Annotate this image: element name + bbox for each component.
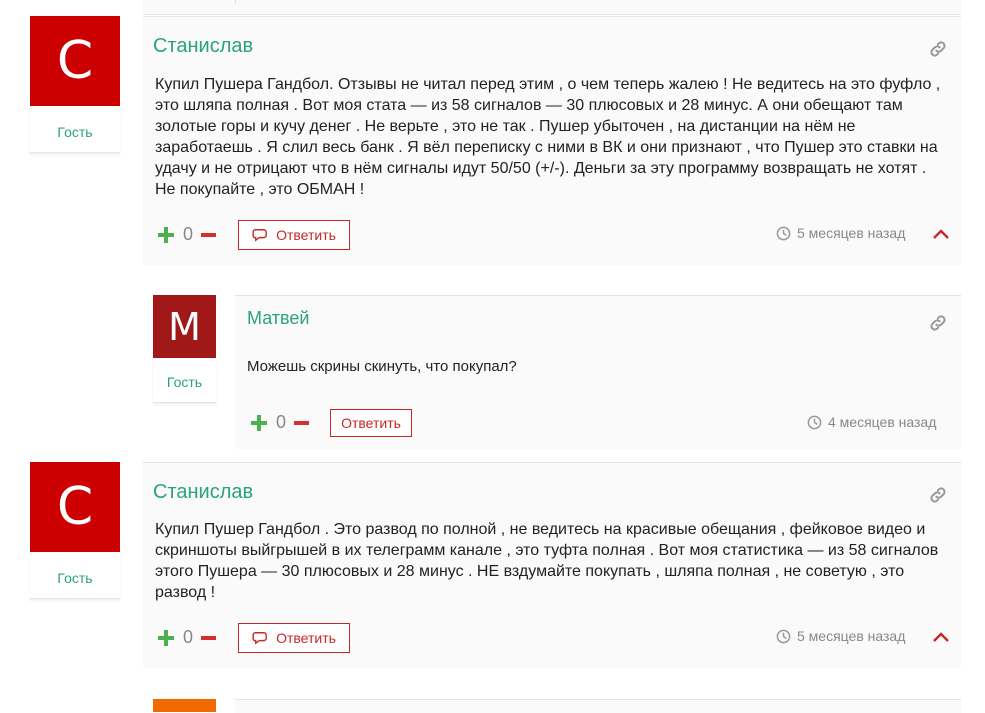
reply-bubble-icon: [252, 229, 268, 242]
clock-icon: [776, 629, 791, 643]
upvote-button[interactable]: [251, 415, 267, 431]
comment-time: 5 месяцев назад: [776, 628, 905, 644]
next-comment-edge: [235, 699, 961, 713]
comment-author[interactable]: Матвей: [247, 308, 309, 329]
time-label: 5 месяцев назад: [797, 628, 906, 644]
comment-author[interactable]: Станислав: [153, 481, 253, 504]
comment-text: Можешь скрины скинуть, что покупал?: [247, 358, 517, 375]
comment-3: Станислав Купил Пушер Гандбол . Это разв…: [143, 462, 961, 668]
downvote-button[interactable]: [201, 233, 216, 237]
previous-comment-edge: [143, 0, 961, 15]
vote-count: 0: [276, 412, 287, 432]
comment-2-avatar-card: М Гость: [153, 295, 216, 403]
reply-label: Ответить: [276, 227, 336, 243]
comment-time: 5 месяцев назад: [776, 225, 905, 241]
link-icon[interactable]: [928, 39, 948, 59]
clock-icon: [776, 226, 791, 240]
author-role: Гость: [30, 552, 120, 599]
author-role: Гость: [30, 106, 120, 153]
comment-text: Купил Пушера Гандбол. Отзывы не читал пе…: [155, 76, 941, 198]
reply-button[interactable]: Ответить: [330, 409, 412, 437]
time-label: 5 месяцев назад: [797, 225, 906, 241]
vote-count: 0: [183, 224, 194, 244]
avatar[interactable]: М: [153, 295, 216, 358]
clock-icon: [807, 415, 822, 429]
vote-count: 0: [183, 627, 194, 647]
comment-text: Купил Пушер Гандбол . Это развод по полн…: [155, 521, 939, 601]
downvote-button[interactable]: [201, 636, 216, 640]
link-icon[interactable]: [928, 485, 948, 505]
comment-1: Станислав Купил Пушера Гандбол. Отзывы н…: [143, 16, 961, 265]
reply-button[interactable]: Ответить: [238, 623, 350, 653]
collapse-chevron-icon[interactable]: [933, 229, 949, 239]
avatar[interactable]: С: [30, 16, 120, 106]
author-role: Гость: [153, 358, 216, 403]
downvote-button[interactable]: [294, 421, 309, 425]
reply-bubble-icon: [252, 632, 268, 645]
comment-3-avatar-card: С Гость: [30, 462, 120, 599]
reply-label: Ответить: [276, 630, 336, 646]
time-label: 4 месяцев назад: [828, 414, 937, 430]
reply-button[interactable]: Ответить: [238, 220, 350, 250]
avatar[interactable]: С: [30, 462, 120, 552]
link-icon[interactable]: [928, 313, 948, 333]
next-comment-avatar[interactable]: [153, 699, 216, 712]
previous-comment-divider: [235, 0, 236, 4]
comment-time: 4 месяцев назад: [807, 414, 936, 430]
collapse-chevron-icon[interactable]: [933, 632, 949, 642]
upvote-button[interactable]: [158, 630, 174, 646]
comment-2: Матвей Можешь скрины скинуть, что покупа…: [235, 295, 961, 449]
upvote-button[interactable]: [158, 227, 174, 243]
comment-author[interactable]: Станислав: [153, 35, 253, 58]
reply-label: Ответить: [341, 415, 401, 431]
comment-1-avatar-card: С Гость: [30, 16, 120, 153]
